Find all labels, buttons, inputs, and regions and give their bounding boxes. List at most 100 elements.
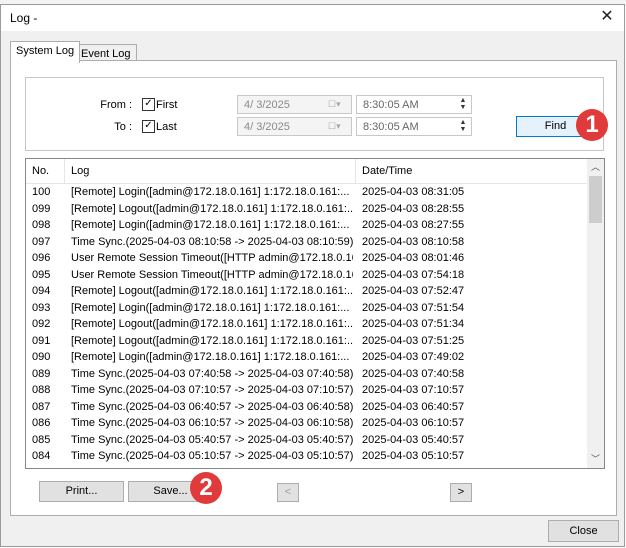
spin-up-icon[interactable]: ▲	[456, 97, 470, 104]
row-log-text: [Remote] Logout([admin@172.18.0.161] 1:1…	[71, 202, 353, 215]
row-log-text: Time Sync.(2025-04-03 07:40:58 -> 2025-0…	[71, 367, 353, 380]
row-datetime: 2025-04-03 08:01:46	[362, 252, 465, 264]
row-number: 092	[32, 318, 51, 330]
log-table[interactable]: No. Log Date/Time 100 [Remote] Login([adm…	[25, 158, 605, 469]
tab-system-log[interactable]: System Log	[10, 41, 81, 63]
row-number: 086	[32, 417, 51, 429]
row-datetime: 2025-04-03 07:51:54	[362, 301, 465, 314]
table-row[interactable]: 092 [Remote] Logout([admin@172.18.0.161] …	[26, 316, 588, 333]
column-header-label: Date/Time	[362, 165, 413, 177]
row-datetime: 2025-04-03 08:31:05	[362, 186, 465, 198]
to-date-value: 4/ 3/2025	[244, 121, 290, 133]
to-label: To :	[114, 121, 132, 133]
row-datetime: 2025-04-03 05:10:57	[362, 450, 465, 462]
row-log-text: [Remote] Login([admin@172.18.0.161] 1:17…	[71, 351, 350, 363]
from-time-spinner[interactable]: ▲ ▼	[456, 97, 470, 112]
first-checkbox[interactable]: ✓	[142, 98, 155, 111]
row-datetime: 2025-04-03 08:28:55	[362, 202, 465, 215]
row-log-text: [Remote] Logout([admin@172.18.0.161] 1:1…	[71, 285, 353, 297]
row-datetime: 2025-04-03 07:10:57	[362, 384, 465, 396]
to-date-picker[interactable]: 4/ 3/2025 ☐▾	[237, 117, 352, 136]
from-time-value: 8:30:05 AM	[363, 99, 419, 111]
close-icon[interactable]: ✕	[596, 7, 618, 27]
row-number: 085	[32, 433, 51, 446]
title-bar: Log - ✕	[1, 5, 624, 31]
column-header-label: Log	[71, 165, 90, 177]
table-row[interactable]: 095 User Remote Session Timeout([HTTP adm…	[26, 267, 588, 284]
spin-up-icon[interactable]: ▲	[456, 119, 470, 126]
first-label: First	[156, 99, 178, 111]
annotation-badge-2: 2	[190, 472, 222, 504]
print-button-label: Print...	[65, 485, 98, 497]
row-number: 088	[32, 384, 51, 396]
row-datetime: 2025-04-03 08:27:55	[362, 219, 465, 231]
table-row[interactable]: 087 Time Sync.(2025-04-03 06:40:57 -> 202…	[26, 399, 588, 416]
row-number: 091	[32, 334, 51, 347]
row-log-text: Time Sync.(2025-04-03 05:40:57 -> 2025-0…	[71, 433, 353, 446]
previous-page-button[interactable]: <	[277, 483, 299, 502]
row-log-text: [Remote] Login([admin@172.18.0.161] 1:17…	[71, 186, 350, 198]
table-row[interactable]: 098 [Remote] Login([admin@172.18.0.161] 1…	[26, 217, 588, 234]
save-button-label: Save...	[153, 485, 188, 497]
row-log-text: User Remote Session Timeout([HTTP admin@…	[71, 252, 353, 264]
row-log-text: Time Sync.(2025-04-03 05:10:57 -> 2025-0…	[71, 450, 353, 462]
from-date-picker[interactable]: 4/ 3/2025 ☐▾	[237, 95, 352, 114]
table-row[interactable]: 097 Time Sync.(2025-04-03 08:10:58 -> 202…	[26, 234, 588, 251]
row-datetime: 2025-04-03 06:40:57	[362, 400, 465, 413]
table-row[interactable]: 089 Time Sync.(2025-04-03 07:40:58 -> 202…	[26, 366, 588, 383]
tab-label: Event Log	[81, 48, 131, 60]
calendar-dropdown-icon: ☐▾	[328, 121, 341, 131]
from-label: From :	[100, 99, 132, 111]
row-number: 100	[32, 186, 51, 198]
scroll-up-icon[interactable]: ︿	[587, 159, 604, 176]
table-row[interactable]: 100 [Remote] Login([admin@172.18.0.161] 1…	[26, 184, 588, 201]
to-time-field[interactable]: 8:30:05 AM ▲ ▼	[356, 117, 472, 136]
table-row[interactable]: 099 [Remote] Logout([admin@172.18.0.161] …	[26, 201, 588, 218]
row-datetime: 2025-04-03 07:52:47	[362, 285, 465, 297]
row-number: 095	[32, 268, 51, 281]
print-button[interactable]: Print...	[39, 481, 124, 502]
system-log-panel: From : ✓ First 4/ 3/2025 ☐▾ 8:30:05 AM ▲…	[10, 60, 617, 516]
table-row[interactable]: 094 [Remote] Logout([admin@172.18.0.161] …	[26, 283, 588, 300]
table-row[interactable]: 096 User Remote Session Timeout([HTTP adm…	[26, 250, 588, 267]
table-row[interactable]: 088 Time Sync.(2025-04-03 07:10:57 -> 202…	[26, 382, 588, 399]
table-row[interactable]: 090 [Remote] Login([admin@172.18.0.161] 1…	[26, 349, 588, 366]
scroll-down-icon[interactable]: ﹀	[587, 451, 604, 468]
row-number: 084	[32, 450, 51, 462]
row-datetime: 2025-04-03 08:10:58	[362, 235, 465, 248]
row-number: 099	[32, 202, 51, 215]
column-header-no[interactable]: No.	[26, 159, 65, 183]
spin-down-icon[interactable]: ▼	[456, 104, 470, 111]
table-row[interactable]: 091 [Remote] Logout([admin@172.18.0.161] …	[26, 333, 588, 350]
table-row[interactable]: 086 Time Sync.(2025-04-03 06:10:57 -> 202…	[26, 415, 588, 432]
row-log-text: [Remote] Logout([admin@172.18.0.161] 1:1…	[71, 334, 353, 347]
last-checkbox[interactable]: ✓	[142, 120, 155, 133]
next-page-label: >	[457, 486, 465, 498]
next-page-button[interactable]: >	[450, 483, 472, 502]
row-number: 093	[32, 301, 51, 314]
last-label: Last	[156, 121, 177, 133]
calendar-dropdown-icon: ☐▾	[328, 99, 341, 109]
scroll-thumb[interactable]	[589, 176, 602, 223]
row-log-text: Time Sync.(2025-04-03 06:10:57 -> 2025-0…	[71, 417, 353, 429]
row-datetime: 2025-04-03 07:54:18	[362, 268, 465, 281]
to-time-spinner[interactable]: ▲ ▼	[456, 119, 470, 134]
column-header-log[interactable]: Log	[65, 159, 356, 183]
row-datetime: 2025-04-03 07:40:58	[362, 367, 465, 380]
row-datetime: 2025-04-03 05:40:57	[362, 433, 465, 446]
column-header-datetime[interactable]: Date/Time	[356, 159, 588, 183]
table-row[interactable]: 084 Time Sync.(2025-04-03 05:10:57 -> 202…	[26, 448, 588, 465]
vertical-scrollbar[interactable]: ︿ ﹀	[587, 159, 604, 468]
spin-down-icon[interactable]: ▼	[456, 126, 470, 133]
table-body: 100 [Remote] Login([admin@172.18.0.161] 1…	[26, 184, 588, 465]
table-header: No. Log Date/Time	[26, 159, 588, 184]
row-log-text: User Remote Session Timeout([HTTP admin@…	[71, 268, 353, 281]
column-header-label: No.	[32, 165, 50, 177]
table-row[interactable]: 093 [Remote] Login([admin@172.18.0.161] 1…	[26, 300, 588, 317]
row-datetime: 2025-04-03 07:51:25	[362, 334, 465, 347]
close-button[interactable]: Close	[548, 520, 619, 542]
from-time-field[interactable]: 8:30:05 AM ▲ ▼	[356, 95, 472, 114]
table-row[interactable]: 085 Time Sync.(2025-04-03 05:40:57 -> 202…	[26, 432, 588, 449]
row-number: 090	[32, 351, 51, 363]
row-number: 098	[32, 219, 51, 231]
